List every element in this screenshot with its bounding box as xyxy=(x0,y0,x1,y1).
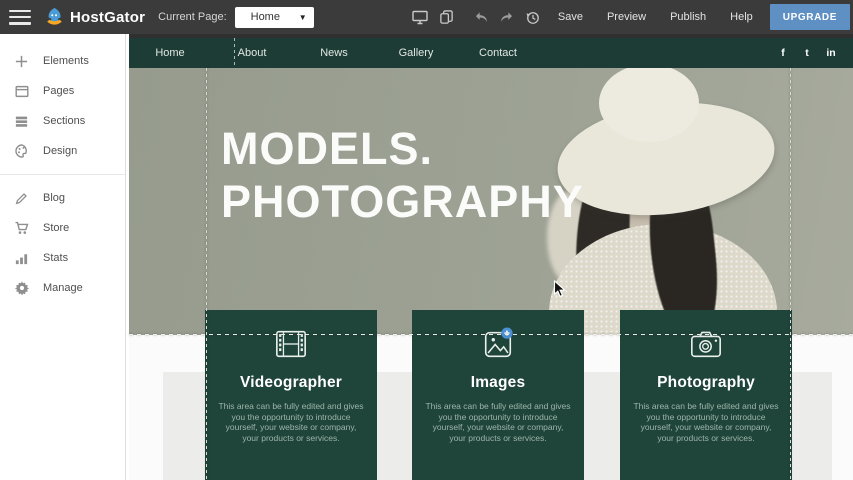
builder-window: HostGator Current Page: Home ▼ xyxy=(0,0,853,480)
content-left-dashed-guide xyxy=(206,68,207,480)
desktop-view-icon[interactable] xyxy=(412,10,428,25)
card-body-text: This area can be fully edited and gives … xyxy=(205,401,377,443)
sidebar-item-design[interactable]: Design xyxy=(0,136,125,166)
sidebar-item-label: Stats xyxy=(43,252,68,264)
sidebar-divider xyxy=(0,174,125,175)
chevron-down-icon: ▼ xyxy=(299,13,307,22)
gear-icon xyxy=(13,280,30,297)
sidebar-item-manage[interactable]: Manage xyxy=(0,273,125,303)
sidebar-item-label: Store xyxy=(43,222,69,234)
save-button[interactable]: Save xyxy=(558,11,583,23)
sidebar-item-store[interactable]: Store xyxy=(0,213,125,243)
stacked-bars-icon xyxy=(13,113,30,130)
undo-icon[interactable] xyxy=(474,11,489,24)
card-videographer[interactable]: Videographer This area can be fully edit… xyxy=(205,310,377,480)
film-strip-icon xyxy=(272,327,310,361)
hamburger-menu-icon[interactable] xyxy=(9,10,31,25)
sidebar-item-sections[interactable]: Sections xyxy=(0,106,125,136)
sidebar-item-label: Pages xyxy=(43,85,74,97)
page-select-value: Home xyxy=(251,11,299,23)
site-nav-news[interactable]: News xyxy=(293,47,375,59)
sidebar-item-label: Sections xyxy=(43,115,85,127)
builder-sidebar: Elements Pages Sections Design xyxy=(0,34,126,480)
card-title: Videographer xyxy=(205,374,377,392)
help-button[interactable]: Help xyxy=(730,11,753,23)
palette-icon xyxy=(13,143,30,160)
history-icon[interactable] xyxy=(525,10,540,25)
hero-title-line2: PHOTOGRAPHY xyxy=(221,175,584,228)
card-body-text: This area can be fully edited and gives … xyxy=(620,401,792,443)
hero-title[interactable]: MODELS. PHOTOGRAPHY xyxy=(221,122,584,228)
cart-icon xyxy=(13,220,30,237)
publish-button[interactable]: Publish xyxy=(670,11,706,23)
toolbar-actions: Save Preview Publish Help UPGRADE xyxy=(412,4,853,30)
card-body-text: This area can be fully edited and gives … xyxy=(412,401,584,443)
twitter-icon[interactable]: t xyxy=(795,47,819,59)
upgrade-button[interactable]: UPGRADE xyxy=(770,4,850,30)
card-title: Photography xyxy=(620,374,792,392)
sidebar-item-blog[interactable]: Blog xyxy=(0,183,125,213)
brand-name: HostGator xyxy=(70,9,145,26)
camera-icon xyxy=(687,327,725,361)
gator-mascot-icon xyxy=(44,7,65,28)
linkedin-icon[interactable]: in xyxy=(819,47,843,59)
sidebar-item-stats[interactable]: Stats xyxy=(0,243,125,273)
facebook-icon[interactable]: f xyxy=(771,47,795,59)
plus-icon xyxy=(13,53,30,70)
pencil-icon xyxy=(13,190,30,207)
hero-title-line1: MODELS. xyxy=(221,122,584,175)
image-add-icon xyxy=(479,327,517,361)
sidebar-item-label: Design xyxy=(43,145,77,157)
social-icons: f t in xyxy=(771,47,843,59)
sidebar-item-elements[interactable]: Elements xyxy=(0,46,125,76)
nav-item-dashed-separator xyxy=(234,38,235,68)
hostgator-logo: HostGator xyxy=(44,7,145,28)
page-select-dropdown[interactable]: Home ▼ xyxy=(235,7,314,28)
mobile-view-icon[interactable] xyxy=(439,9,454,25)
sidebar-item-label: Elements xyxy=(43,55,89,67)
site-nav-about[interactable]: About xyxy=(211,47,293,59)
site-nav-contact[interactable]: Contact xyxy=(457,47,539,59)
site-nav-bar: Home About News Gallery Contact f t in xyxy=(129,38,853,68)
site-nav-home[interactable]: Home xyxy=(129,47,211,59)
site-nav-gallery[interactable]: Gallery xyxy=(375,47,457,59)
window-icon xyxy=(13,83,30,100)
card-photography[interactable]: Photography This area can be fully edite… xyxy=(620,310,792,480)
hero-section[interactable]: MODELS. PHOTOGRAPHY xyxy=(129,68,853,335)
sidebar-item-label: Manage xyxy=(43,282,83,294)
content-right-dashed-guide xyxy=(790,68,791,480)
sidebar-item-pages[interactable]: Pages xyxy=(0,76,125,106)
preview-button[interactable]: Preview xyxy=(607,11,646,23)
redo-icon[interactable] xyxy=(499,11,514,24)
current-page-label: Current Page: xyxy=(158,11,226,23)
card-title: Images xyxy=(412,374,584,392)
bar-chart-icon xyxy=(13,250,30,267)
sidebar-item-label: Blog xyxy=(43,192,65,204)
builder-toolbar: HostGator Current Page: Home ▼ xyxy=(0,0,853,34)
section-boundary-dashed-line xyxy=(129,334,853,335)
card-images[interactable]: Images This area can be fully edited and… xyxy=(412,310,584,480)
